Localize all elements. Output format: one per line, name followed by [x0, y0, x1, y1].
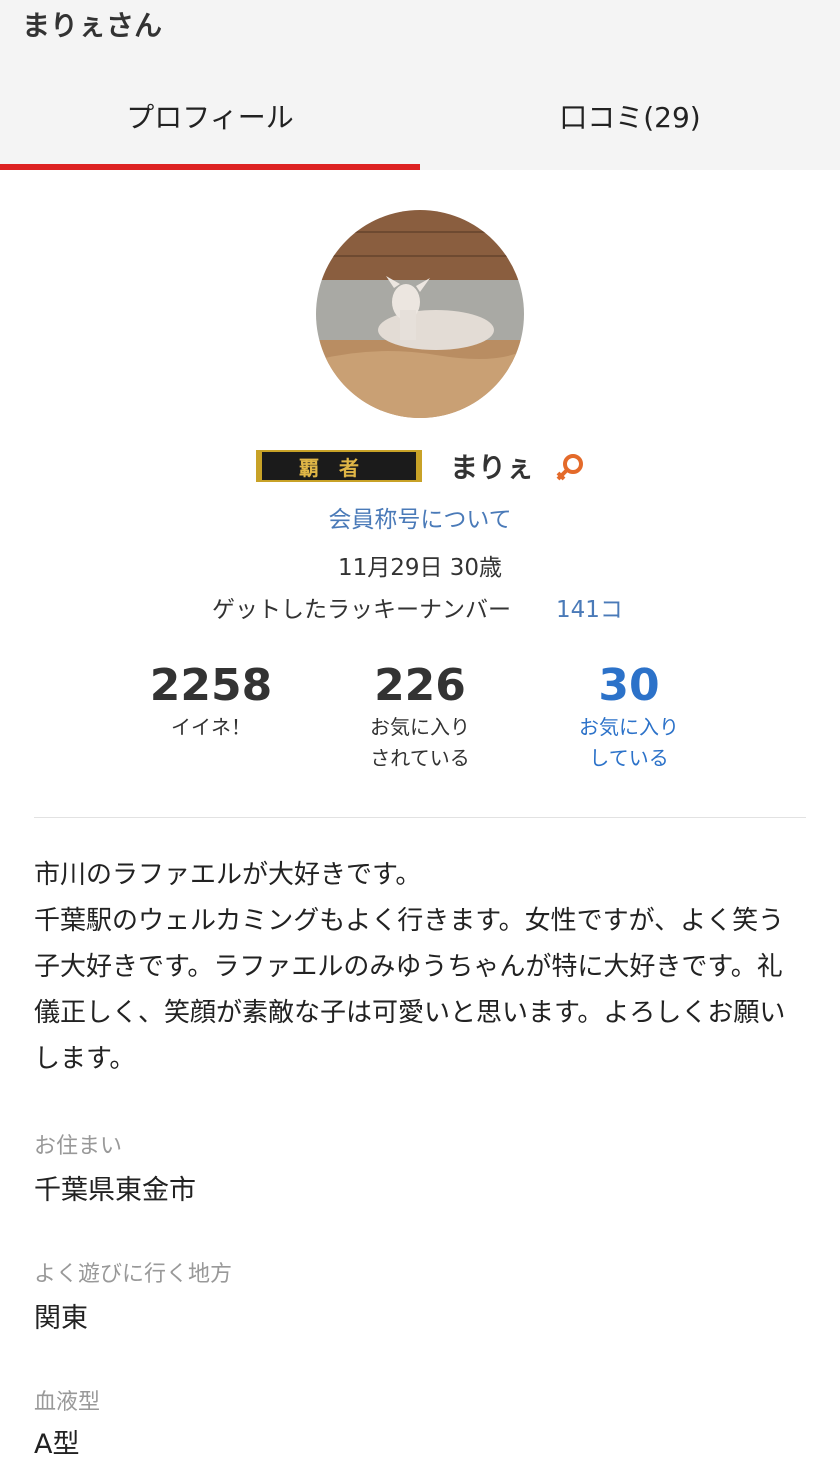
likes-count: 2258 — [149, 660, 273, 711]
residence-value: 千葉県東金市 — [34, 1175, 196, 1206]
name-row: 覇者 まりぇ — [0, 440, 840, 490]
favoriting-count[interactable]: 30 — [524, 660, 734, 712]
avatar-image — [316, 210, 524, 418]
lucky-number-link[interactable]: 141コ — [556, 590, 623, 624]
residence-label: お住まい — [34, 1134, 123, 1159]
favoriting-label[interactable]: お気に入り している — [524, 712, 734, 774]
female-icon — [556, 454, 583, 481]
bio-text: 市川のラファエルが大好きです。 千葉駅のウェルカミングもよく行きます。女性ですが… — [34, 860, 786, 1074]
stat-favorited: 226 お気に入り されている — [315, 660, 525, 774]
tab-profile[interactable]: プロフィール — [0, 90, 420, 170]
frequent-region-label: よく遊びに行く地方 — [34, 1262, 233, 1287]
lucky-number-label: ゲットしたラッキーナンバー — [212, 597, 511, 623]
rank-info-link[interactable]: 会員称号について — [0, 500, 840, 534]
rank-badge: 覇者 — [256, 450, 422, 482]
stat-likes: 2258 イイネ！ — [106, 660, 316, 743]
frequent-region-value: 関東 — [34, 1303, 88, 1334]
favorited-count: 226 — [374, 660, 466, 711]
blood-type-label: 血液型 — [34, 1390, 101, 1415]
stat-favoriting[interactable]: 30 お気に入り している — [524, 660, 734, 774]
avatar — [316, 210, 524, 418]
tab-reviews[interactable]: 口コミ(29) — [420, 90, 840, 170]
favorited-label: お気に入り されている — [370, 715, 470, 770]
header: まりぇさん プロフィール 口コミ(29) — [0, 0, 840, 170]
likes-label: イイネ！ — [171, 715, 251, 739]
divider — [34, 817, 806, 818]
blood-type-value: A型 — [34, 1429, 80, 1460]
birthday-age: 11月29日 30歳 — [337, 555, 503, 581]
stats: 2258 イイネ！ 226 お気に入り されている 30 お気に入り している — [0, 660, 840, 780]
tab-bar: プロフィール 口コミ(29) — [0, 90, 840, 170]
page-title: まりぇさん — [22, 9, 163, 42]
user-name: まりぇ — [450, 451, 535, 484]
